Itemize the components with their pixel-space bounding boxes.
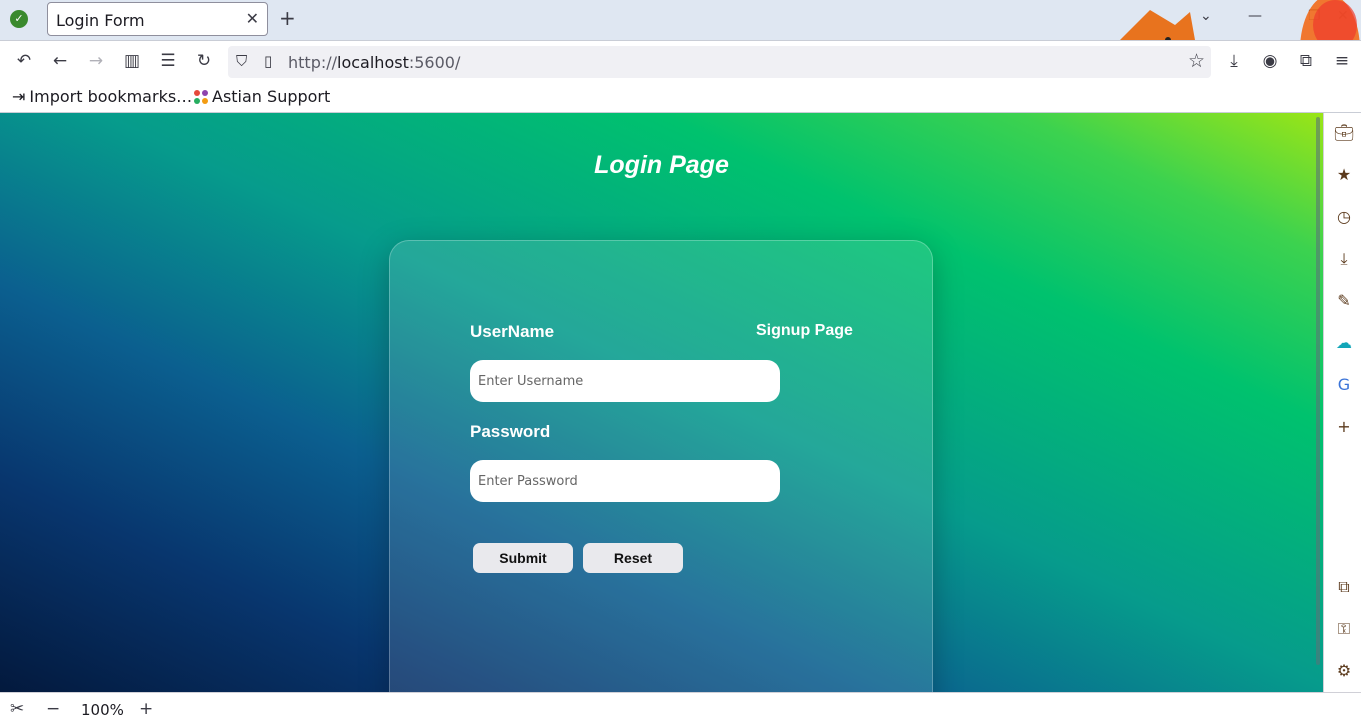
import-icon: ⇥ <box>12 87 26 106</box>
tab-login-form[interactable]: Login Form ✕ <box>47 2 268 36</box>
tab-strip: ✓ Login Form ✕ + ⌄ — ❐ ✕ <box>0 0 1361 40</box>
downloads-icon[interactable]: ⤓ <box>1222 49 1246 73</box>
translate-icon[interactable]: G <box>1334 375 1354 395</box>
zoom-level[interactable]: 100% <box>81 701 124 719</box>
page-title: Login Page <box>594 151 729 179</box>
back-icon[interactable]: ← <box>48 49 72 73</box>
reset-button[interactable]: Reset <box>583 543 683 573</box>
astian-logo-icon <box>194 90 208 104</box>
url-host: localhost <box>337 53 409 72</box>
reload-icon[interactable]: ↻ <box>192 49 216 73</box>
bookmark-astian-label: Astian Support <box>212 87 331 106</box>
page-scrollbar[interactable] <box>1316 117 1320 665</box>
downloads-sidebar-icon[interactable]: ⤓ <box>1334 249 1354 269</box>
url-port-path: :5600/ <box>408 53 461 72</box>
tracking-protection-shield-icon[interactable]: ⛉ <box>236 52 247 70</box>
history-clock-icon[interactable]: ◷ <box>1334 207 1354 227</box>
close-window-icon[interactable]: ✕ <box>1337 8 1349 24</box>
forward-icon[interactable]: → <box>84 49 108 73</box>
url-bar[interactable]: ⛉ ▯ http://localhost:5600/ ☆ <box>228 46 1211 78</box>
add-panel-icon[interactable]: + <box>1334 417 1354 437</box>
bookmark-astian-support[interactable]: Astian Support <box>194 87 330 106</box>
undo-close-tab-icon[interactable]: ↶ <box>12 49 36 73</box>
zoom-in-icon[interactable]: + <box>139 699 153 719</box>
status-bar: ✂ − 100% + <box>0 692 1361 726</box>
url-text[interactable]: http://localhost:5600/ <box>288 53 460 72</box>
password-label: Password <box>470 422 551 441</box>
navigation-toolbar: ↶ ← → ▥ ☰ ↻ ⛉ ▯ http://localhost:5600/ ☆… <box>0 40 1361 82</box>
bookmarks-toolbar: ⇥ Import bookmarks… Astian Support <box>0 82 1361 113</box>
tab-title: Login Form <box>56 11 145 30</box>
cloud-icon[interactable]: ☁ <box>1334 333 1354 353</box>
bookmark-star-icon[interactable]: ☆ <box>1188 50 1205 72</box>
minimize-icon[interactable]: — <box>1248 8 1262 24</box>
app-menu-icon[interactable]: ≡ <box>1330 49 1354 73</box>
signup-page-link[interactable]: Signup Page <box>756 322 853 340</box>
account-icon[interactable]: ◉ <box>1258 49 1282 73</box>
password-input[interactable] <box>470 460 780 502</box>
zoom-out-icon[interactable]: − <box>46 699 60 719</box>
key-icon[interactable]: ⚿ <box>1334 619 1354 639</box>
browser-sidebar: 💼︎ ★ ◷ ⤓ ✎ ☁ G + ⧉ ⚿ ⚙ <box>1323 113 1361 692</box>
extensions-sidebar-icon[interactable]: ⧉ <box>1334 577 1354 597</box>
maximize-icon[interactable]: ❐ <box>1308 8 1321 24</box>
page-viewport: Login Page UserName Signup Page Password… <box>0 113 1323 692</box>
submit-button[interactable]: Submit <box>473 543 573 573</box>
bookmark-import-label: Import bookmarks… <box>29 87 193 106</box>
bookmarks-star-icon[interactable]: ★ <box>1334 165 1354 185</box>
url-scheme: http:// <box>288 53 338 72</box>
screenshot-tool-icon[interactable]: ✂ <box>10 699 24 719</box>
settings-gear-icon[interactable]: ⚙ <box>1334 661 1354 681</box>
tab-close-icon[interactable]: ✕ <box>246 9 259 28</box>
pencil-icon[interactable]: ✎ <box>1334 291 1354 311</box>
briefcase-icon[interactable]: 💼︎ <box>1334 123 1354 143</box>
browser-logo-icon[interactable]: ✓ <box>10 10 28 28</box>
new-tab-button[interactable]: + <box>279 6 296 30</box>
page-info-icon[interactable]: ▯ <box>264 52 272 70</box>
username-input[interactable] <box>470 360 780 402</box>
sidebar-toggle-icon[interactable]: ▥ <box>120 49 144 73</box>
extensions-icon[interactable]: ⧉ <box>1294 49 1318 73</box>
reader-list-icon[interactable]: ☰ <box>156 49 180 73</box>
login-card: UserName Signup Page Password Submit Res… <box>389 240 933 692</box>
username-label: UserName <box>470 322 555 341</box>
bookmark-import[interactable]: ⇥ Import bookmarks… <box>12 87 192 106</box>
list-all-tabs-icon[interactable]: ⌄ <box>1200 8 1212 24</box>
